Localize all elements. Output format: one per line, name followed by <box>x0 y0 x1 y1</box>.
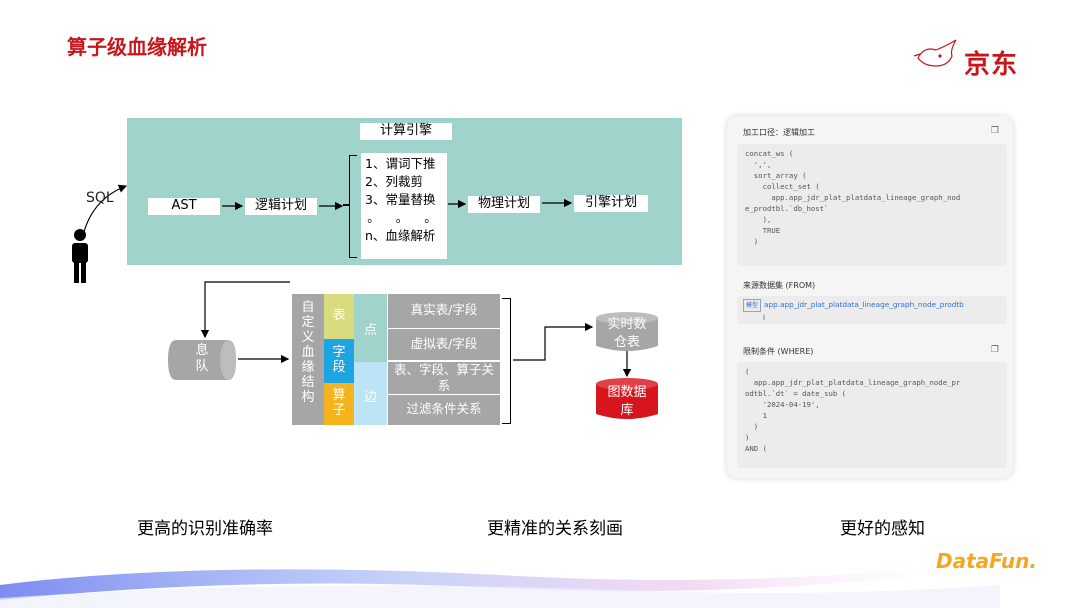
panel-to-queue-arrow <box>200 281 290 339</box>
segment-field: 字 段 <box>324 339 354 383</box>
copy-icon[interactable]: ❐ <box>991 345 999 355</box>
from-dataset-name: app.app_jdr_plat_platdata_lineage_graph_… <box>764 300 964 309</box>
engine-steps: 1、谓词下推 2、列裁剪 3、常量替换 。 。 。 n、血缘解析 <box>361 153 447 259</box>
structure-bracket <box>502 298 511 424</box>
engine-title: 计算引擎 <box>360 123 452 140</box>
graph-database: 图数据 库 <box>607 385 647 418</box>
cell-real-table: 真实表/字段 <box>388 294 500 328</box>
ast-box: AST <box>148 198 220 215</box>
custom-lineage-structure-label: 自 定 义 血 缘 结 构 <box>292 294 324 425</box>
model-tag: 模型 <box>743 299 762 312</box>
realtime-store: 实时数 仓表 <box>607 317 647 350</box>
section-logic-title: 加工口径：逻辑加工 <box>743 128 815 137</box>
queue-label: 息 <box>195 343 209 358</box>
edge-label: 边 <box>354 362 387 425</box>
logic-code-block: concat_ws ( ',', sort_array ( collect_se… <box>737 144 1007 266</box>
cell-filter-relations: 过滤条件关系 <box>388 395 500 425</box>
logical-plan-box: 逻辑计划 <box>245 198 317 215</box>
section-from-title: 来源数据集 (FROM) <box>743 281 816 290</box>
where-code-block: ( app.app_jdr_plat_platdata_lineage_grap… <box>737 362 1007 468</box>
caption-relations: 更精准的关系刻画 <box>487 519 623 539</box>
engine-step: 1、谓词下推 <box>365 156 436 171</box>
cell-relations: 表、字段、算子关系 <box>388 361 500 395</box>
message-queue: 息 队 <box>168 340 236 380</box>
engine-plan-box: 引擎计划 <box>574 195 648 212</box>
engine-step: 2、列裁剪 <box>365 174 423 189</box>
caption-perception: 更好的感知 <box>840 519 925 539</box>
sql-label: SQL <box>86 190 114 206</box>
segment-operator: 算 子 <box>324 383 354 425</box>
segment-table: 表 <box>324 294 354 339</box>
datafun-logo: DataFun. <box>936 549 1037 573</box>
engine-step-ellipsis: 。 。 。 <box>367 210 443 225</box>
struct-to-store-arrow <box>513 322 594 361</box>
user-icon <box>72 229 88 283</box>
from-dataset[interactable]: 模型 app.app_jdr_plat_platdata_lineage_grap… <box>737 296 1007 324</box>
physical-plan-box: 物理计划 <box>468 196 540 213</box>
engine-bracket <box>349 155 357 258</box>
cell-virtual-table: 虚拟表/字段 <box>388 328 500 360</box>
queue-label: 队 <box>195 359 209 374</box>
node-label: 点 <box>354 294 387 362</box>
caption-accuracy: 更高的识别准确率 <box>137 519 273 539</box>
engine-step: n、血缘解析 <box>365 228 436 243</box>
engine-step: 3、常量替换 <box>365 192 436 207</box>
copy-icon[interactable]: ❐ <box>991 126 999 136</box>
lineage-detail-screenshot: 加工口径：逻辑加工 ❐ concat_ws ( ',', sort_array … <box>727 116 1013 478</box>
section-where-title: 限制条件 (WHERE) <box>743 347 814 356</box>
